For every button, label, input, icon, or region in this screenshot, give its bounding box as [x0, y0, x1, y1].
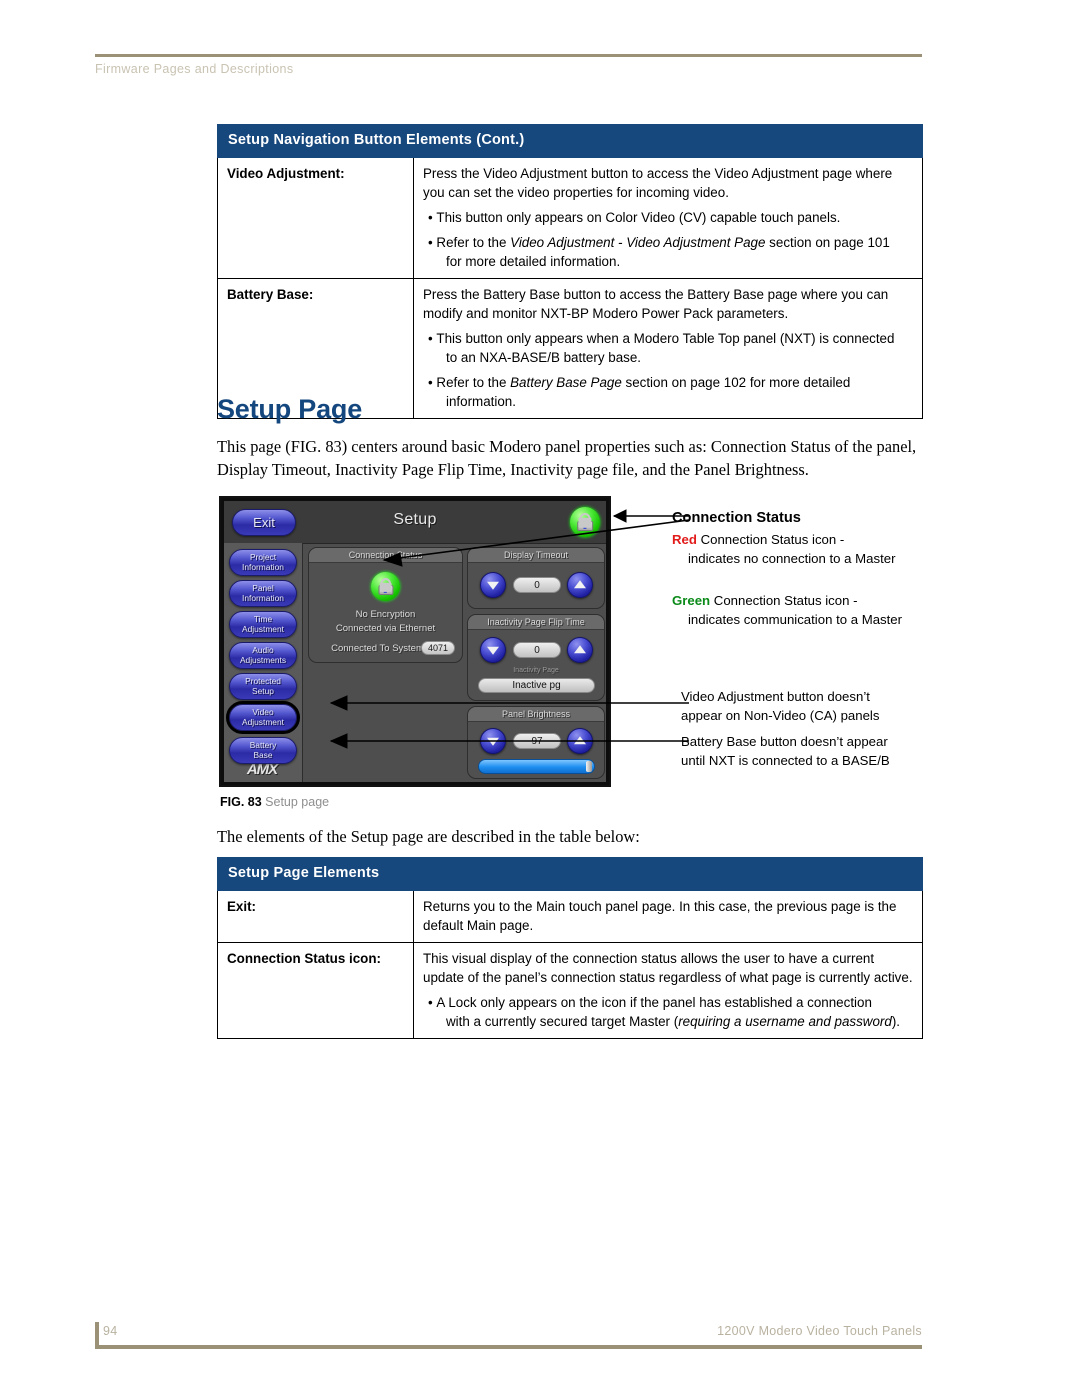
row-body: This visual display of the connection st…	[413, 941, 923, 1039]
table-row: Video Adjustment: Press the Video Adjust…	[217, 156, 923, 279]
display-timeout-title: Display Timeout	[468, 548, 604, 563]
callout-green-status: Green Connection Status icon - indicates…	[672, 593, 903, 627]
table-lead-paragraph: The elements of the Setup page are descr…	[217, 827, 640, 846]
table-row: Exit: Returns you to the Main touch pane…	[217, 889, 923, 943]
row-body: Returns you to the Main touch panel page…	[413, 889, 923, 943]
display-timeout-value: 0	[513, 577, 561, 593]
brightness-increment-button[interactable]	[567, 728, 593, 754]
sidebar-item-panel-information[interactable]: Panel Information	[229, 580, 297, 607]
display-timeout-increment-button[interactable]	[567, 572, 593, 598]
table-header-row: Setup Navigation Button Elements (Cont.)	[217, 124, 923, 158]
inactivity-page-flip-title: Inactivity Page Flip Time	[468, 615, 604, 630]
page-title: Setup Page	[217, 394, 363, 424]
inactivity-page-label: Inactivity Page	[513, 667, 559, 674]
row-paragraph: Press the Video Adjustment button to acc…	[423, 165, 893, 200]
row-label: Exit:	[217, 889, 414, 943]
callout-connection-status-title: Connection Status	[672, 510, 801, 526]
figure-caption-text: Setup page	[265, 795, 330, 809]
header-rule	[95, 54, 922, 57]
figure-caption: FIG. 83 Setup page	[220, 795, 329, 809]
connection-status-title: Connection Status	[309, 548, 462, 563]
setup-page-figure: Exit Setup AMX Project Information Panel I…	[219, 496, 611, 787]
inactivity-decrement-button[interactable]	[480, 637, 506, 663]
row-paragraph: This visual display of the connection st…	[423, 950, 913, 985]
transport-status: Connected via Ethernet	[335, 623, 436, 634]
touch-panel-screen: Exit Setup AMX Project Information Panel I…	[224, 501, 606, 782]
row-body: Press the Battery Base button to access …	[413, 277, 923, 419]
brightness-decrement-button[interactable]	[480, 728, 506, 754]
callout-video-adjustment: Video Adjustment button doesn’t appear on…	[681, 689, 880, 723]
footer-rule	[95, 1345, 922, 1349]
display-timeout-group: Display Timeout 0	[467, 547, 605, 609]
sidebar-item-audio-adjustments[interactable]: Audio Adjustments	[229, 642, 297, 669]
row-label: Video Adjustment:	[217, 156, 414, 279]
figure-caption-label: FIG. 83	[220, 795, 262, 809]
callout-green-word: Green	[672, 593, 711, 608]
connection-status-group: Connection Status No Encryption Connecte…	[308, 547, 463, 663]
sidebar-item-protected-setup[interactable]: Protected Setup	[229, 673, 297, 700]
connected-to-system-value: 4071	[421, 641, 455, 655]
brightness-slider-thumb[interactable]	[586, 761, 592, 772]
brightness-value: 97	[513, 733, 561, 749]
table-row: Connection Status icon: This visual disp…	[217, 941, 923, 1039]
setup-navigation-button-elements-table: Setup Navigation Button Elements (Cont.)…	[217, 124, 923, 419]
setup-page-elements-table: Setup Page Elements Exit: Returns you to…	[217, 857, 923, 1039]
sidebar-item-project-information[interactable]: Project Information	[229, 549, 297, 576]
row-body: Press the Video Adjustment button to acc…	[413, 156, 923, 279]
inactivity-increment-button[interactable]	[567, 637, 593, 663]
row-bullet: • A Lock only appears on the icon if the…	[428, 994, 901, 1029]
callout-red-status: Red Connection Status icon - indicates n…	[672, 532, 896, 566]
intro-paragraph: This page (FIG. 83) centers around basic…	[217, 437, 917, 480]
table-header-row: Setup Page Elements	[217, 857, 923, 891]
panel-title: Setup	[393, 511, 437, 528]
callout-battery-base: Battery Base button doesn’t appear until …	[681, 734, 890, 768]
row-bullet: • Refer to the Battery Base Page section…	[428, 374, 851, 409]
connection-status-lock-icon[interactable]	[371, 572, 400, 601]
footer-doc-title: 1200V Modero Video Touch Panels	[717, 1324, 922, 1338]
row-bullet: • This button only appears when a Modero…	[428, 330, 895, 365]
sidebar-item-time-adjustment[interactable]: Time Adjustment	[229, 611, 297, 638]
inactivity-page-value[interactable]: Inactive pg	[478, 678, 595, 693]
row-bullet: • This button only appears on Color Vide…	[428, 209, 841, 225]
inactivity-value: 0	[513, 642, 561, 658]
panel-brightness-group: Panel Brightness 97	[467, 706, 605, 779]
display-timeout-decrement-button[interactable]	[480, 572, 506, 598]
inactivity-page-flip-group: Inactivity Page Flip Time 0 Inactivity P…	[467, 614, 605, 701]
row-paragraph: Press the Battery Base button to access …	[423, 286, 889, 321]
sidebar-item-battery-base[interactable]: Battery Base	[229, 737, 297, 764]
table-header-label: Setup Navigation Button Elements (Cont.)	[217, 124, 923, 158]
callout-red-word: Red	[672, 532, 697, 547]
panel-brightness-title: Panel Brightness	[468, 707, 604, 722]
brightness-slider[interactable]	[478, 759, 595, 774]
row-label: Connection Status icon:	[217, 941, 414, 1039]
connection-status-lock-icon-header[interactable]	[570, 507, 600, 537]
row-paragraph: Returns you to the Main touch panel page…	[423, 898, 897, 933]
table-header-label: Setup Page Elements	[217, 857, 923, 891]
running-head: Firmware Pages and Descriptions	[95, 62, 294, 76]
encryption-status: No Encryption	[355, 609, 416, 620]
sidebar-item-video-adjustment[interactable]: Video Adjustment	[226, 701, 300, 734]
footer-page-number: 94	[103, 1324, 118, 1338]
row-bullet: • Refer to the Video Adjustment - Video …	[428, 234, 890, 269]
